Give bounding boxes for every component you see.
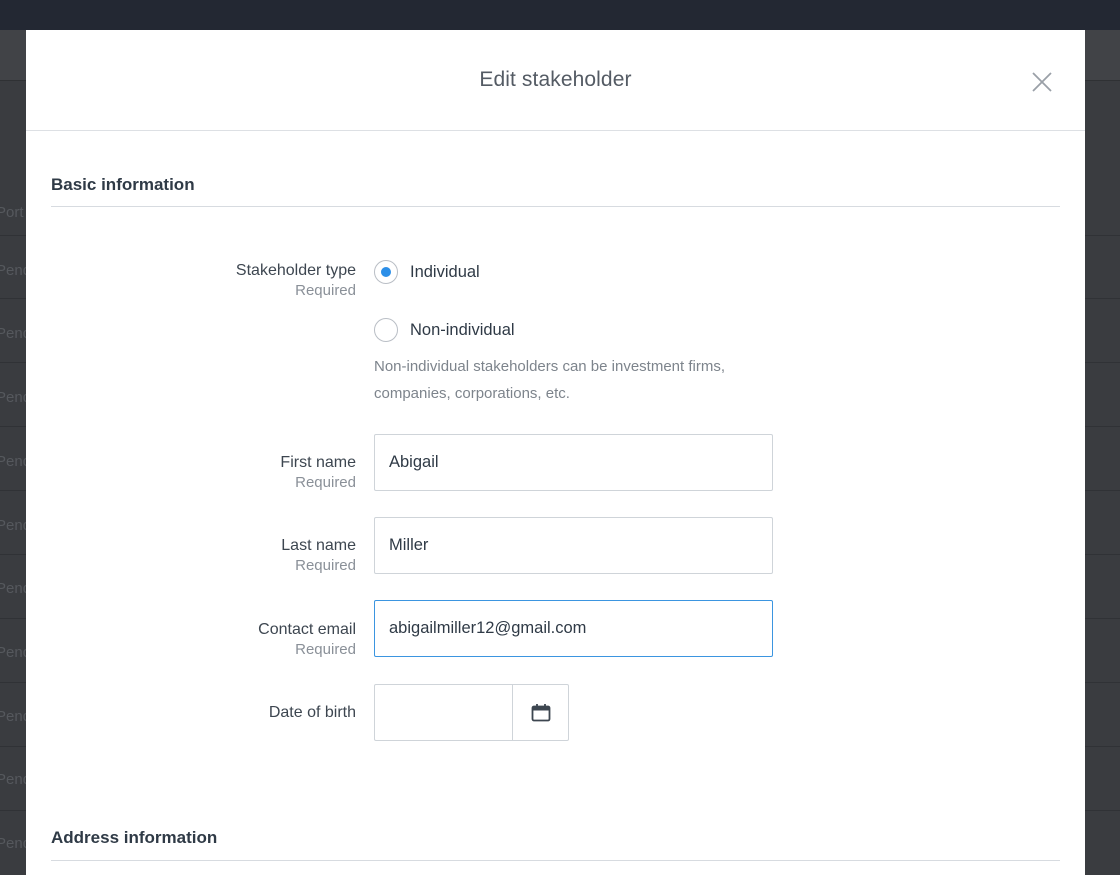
date-of-birth-field xyxy=(374,684,569,741)
background-table-cell: Pend xyxy=(0,644,26,661)
section-divider xyxy=(51,860,1060,861)
close-button[interactable] xyxy=(1028,68,1056,96)
date-of-birth-input[interactable] xyxy=(375,685,513,740)
background-table-cell: Pend xyxy=(0,835,26,852)
stakeholder-type-label-text: Stakeholder type xyxy=(235,262,356,279)
background-table-cell: Pend xyxy=(0,771,26,788)
app-top-bar xyxy=(0,0,1120,30)
last-name-label-text: Last name xyxy=(281,537,356,554)
edit-stakeholder-modal: Edit stakeholder Basic information Stake… xyxy=(26,30,1085,875)
contact-email-label-text: Contact email xyxy=(258,621,356,638)
background-table-cell: Pend xyxy=(0,325,26,342)
first-name-label: First name Required xyxy=(26,453,356,492)
modal-header: Edit stakeholder xyxy=(26,30,1085,131)
stakeholder-type-help-text: Non-individual stakeholders can be inves… xyxy=(374,358,725,402)
section-title-address-information: Address information xyxy=(51,828,218,847)
required-hint: Required xyxy=(295,641,356,658)
calendar-button[interactable] xyxy=(513,685,568,740)
required-hint: Required xyxy=(295,557,356,574)
last-name-input[interactable] xyxy=(374,517,773,574)
first-name-label-text: First name xyxy=(280,454,356,471)
required-hint: Required xyxy=(295,282,356,299)
background-table-cell: Port xyxy=(0,204,24,221)
radio-individual[interactable]: Individual xyxy=(374,259,480,285)
required-hint: Required xyxy=(295,474,356,491)
calendar-icon xyxy=(531,703,550,721)
background-table-cell: Pend xyxy=(0,389,26,406)
background-table-cell: Pend xyxy=(0,517,26,534)
background-table-cell: Pend xyxy=(0,708,26,725)
radio-button-unselected[interactable] xyxy=(374,318,398,342)
background-table-cell: Pend xyxy=(0,453,26,470)
last-name-label: Last name Required xyxy=(26,536,356,575)
contact-email-label: Contact email Required xyxy=(26,620,356,659)
modal-title: Edit stakeholder xyxy=(479,68,632,91)
background-table-cell: Pend xyxy=(0,262,26,279)
radio-label-non-individual: Non-individual xyxy=(410,320,515,339)
close-icon xyxy=(1032,72,1052,92)
background-table-cell: Pend xyxy=(0,580,26,597)
stakeholder-type-label: Stakeholder type Required xyxy=(26,261,356,300)
contact-email-input[interactable] xyxy=(374,600,773,657)
radio-label-individual: Individual xyxy=(410,262,480,281)
date-of-birth-label-text: Date of birth xyxy=(268,704,356,721)
radio-button-selected[interactable] xyxy=(374,260,398,284)
section-title-basic-information: Basic information xyxy=(51,175,195,194)
first-name-input[interactable] xyxy=(374,434,773,491)
date-of-birth-label: Date of birth xyxy=(26,703,356,723)
radio-selected-dot xyxy=(381,267,391,277)
radio-non-individual[interactable]: Non-individual xyxy=(374,317,515,343)
section-divider xyxy=(51,206,1060,207)
